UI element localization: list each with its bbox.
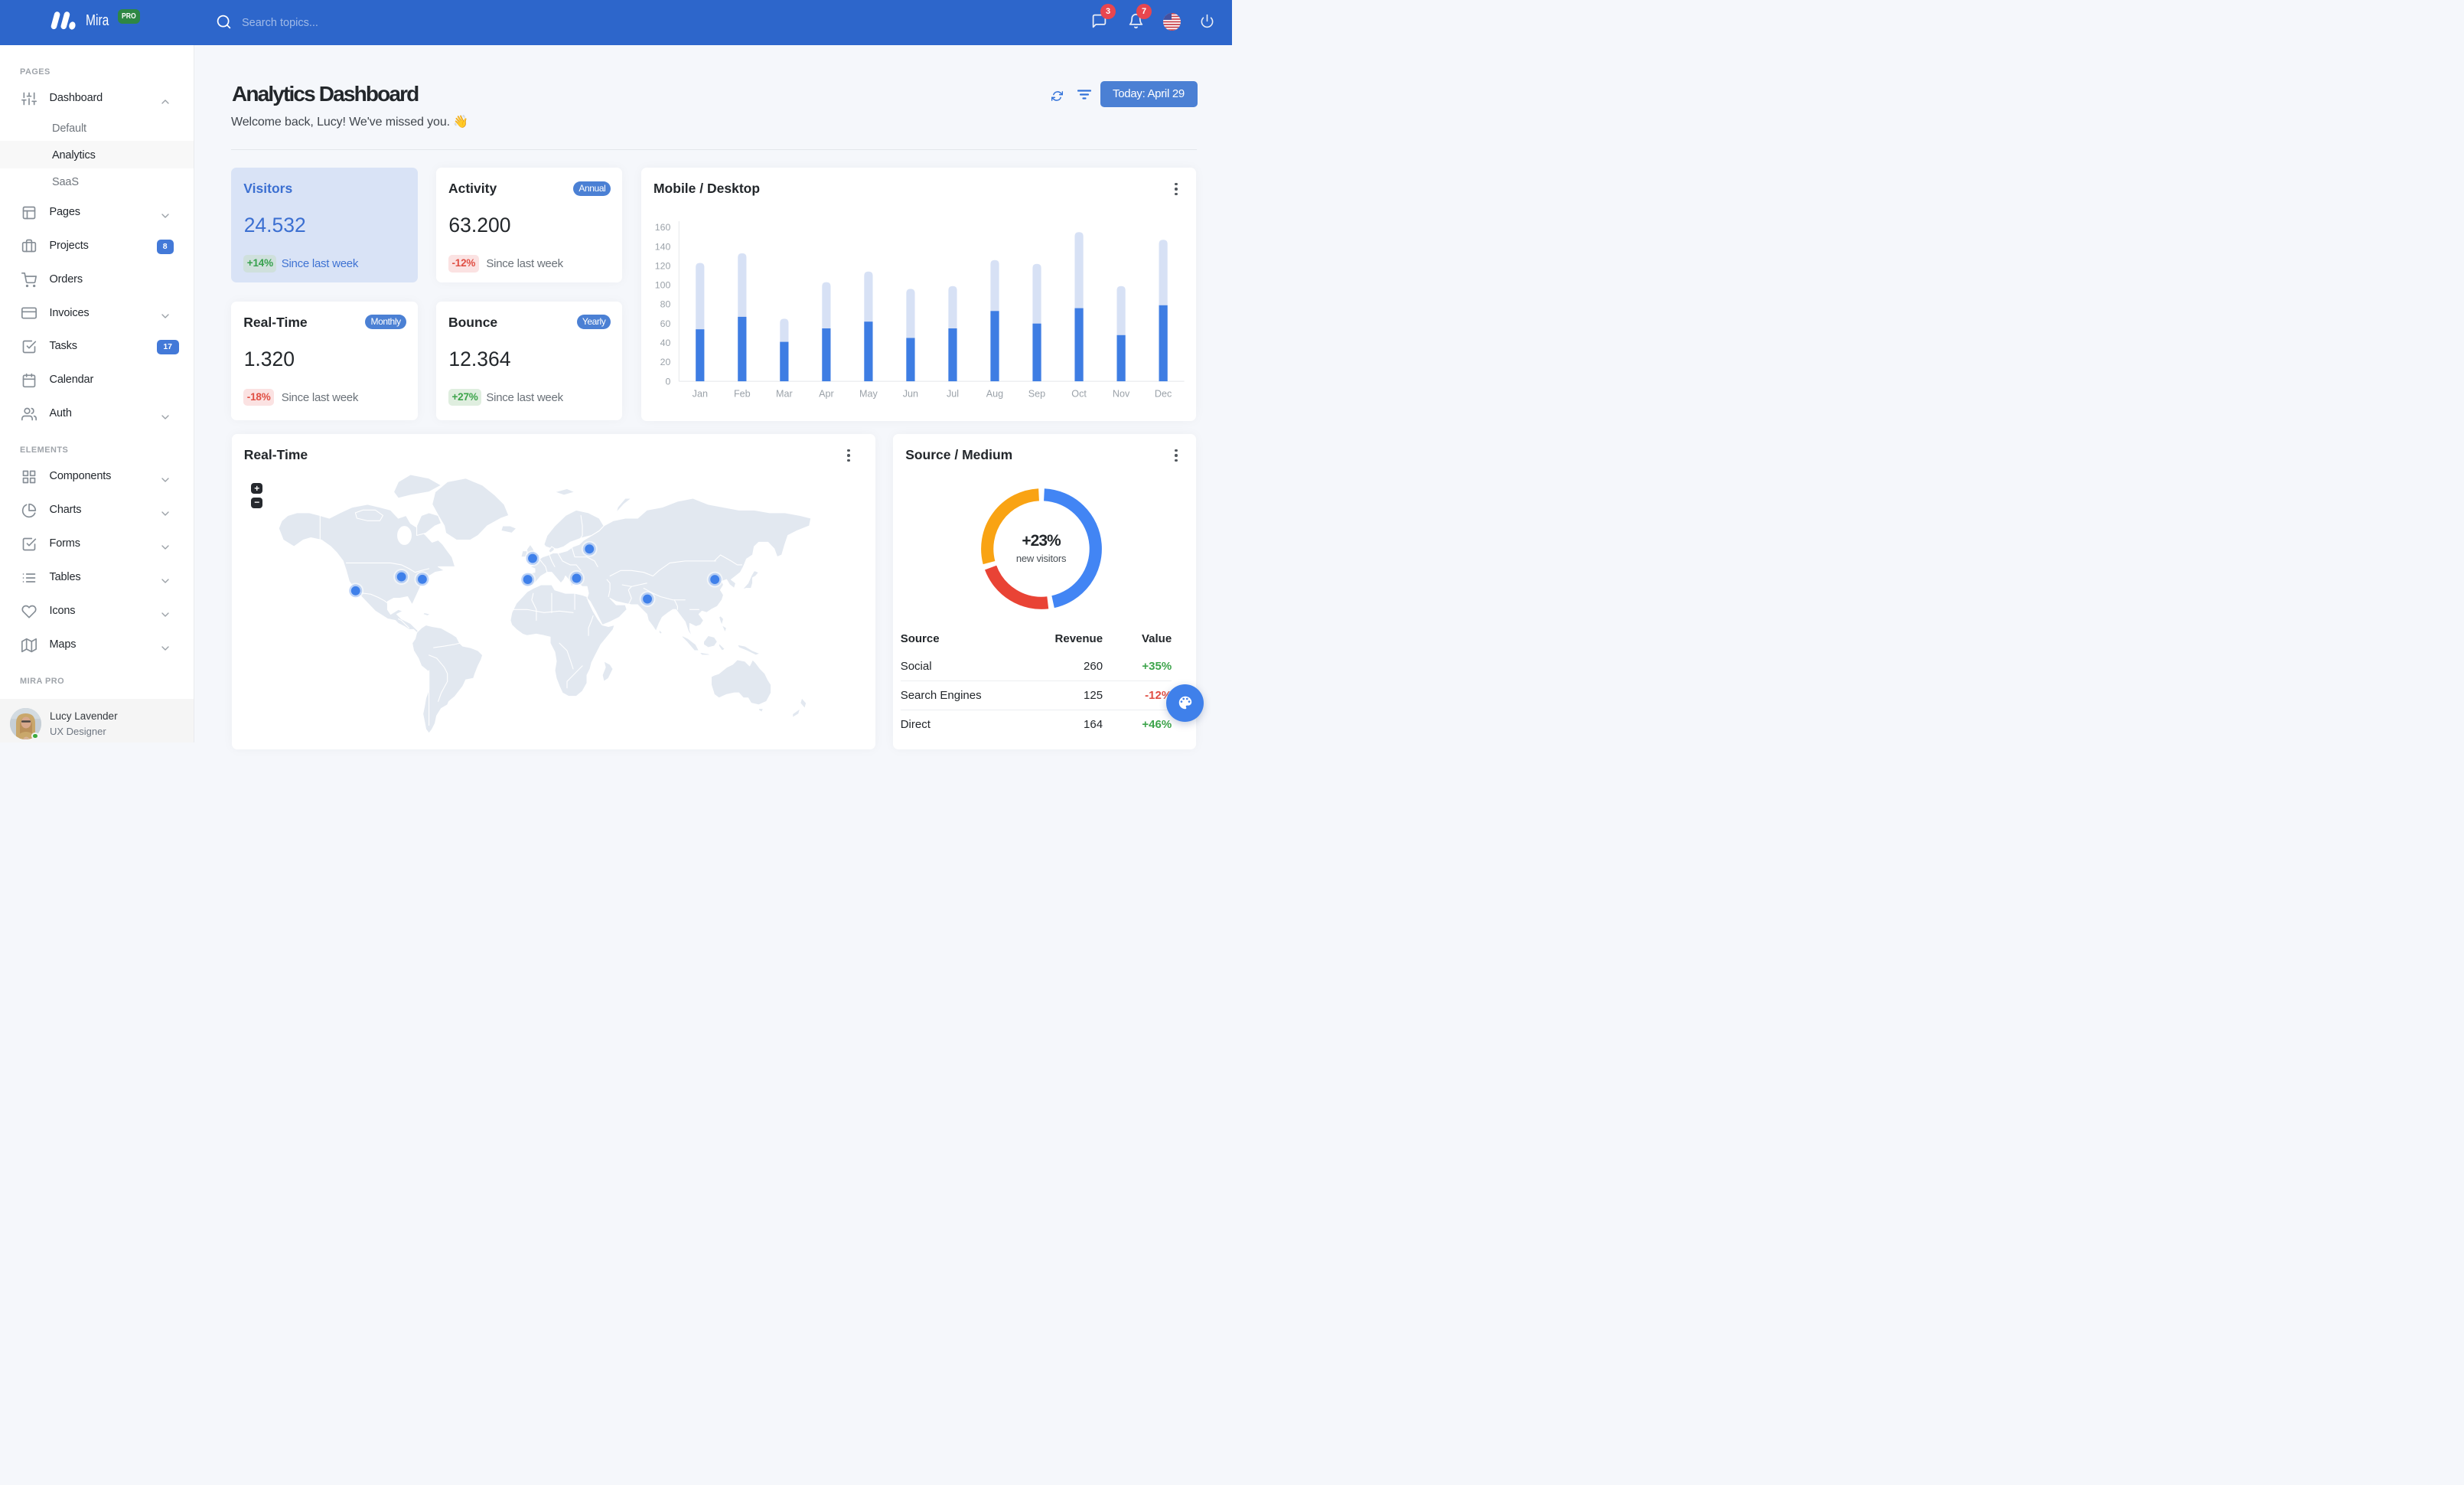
svg-text:40: 40 bbox=[660, 338, 670, 348]
svg-text:Jan: Jan bbox=[692, 389, 707, 400]
svg-text:Dec: Dec bbox=[1155, 389, 1172, 400]
svg-text:Sep: Sep bbox=[1028, 389, 1045, 400]
svg-text:100: 100 bbox=[654, 280, 670, 291]
svg-text:0: 0 bbox=[665, 377, 670, 387]
svg-text:Aug: Aug bbox=[986, 389, 1002, 400]
svg-text:60: 60 bbox=[660, 318, 670, 329]
svg-text:May: May bbox=[859, 389, 878, 400]
svg-text:Jun: Jun bbox=[902, 389, 917, 400]
svg-text:20: 20 bbox=[660, 357, 670, 367]
svg-text:Nov: Nov bbox=[1113, 389, 1130, 400]
svg-text:140: 140 bbox=[654, 242, 670, 253]
svg-text:80: 80 bbox=[660, 299, 670, 310]
svg-text:160: 160 bbox=[654, 222, 670, 233]
svg-text:120: 120 bbox=[654, 261, 670, 272]
svg-text:Oct: Oct bbox=[1071, 389, 1087, 400]
svg-text:Feb: Feb bbox=[734, 389, 751, 400]
svg-text:Mar: Mar bbox=[776, 389, 793, 400]
svg-text:Jul: Jul bbox=[947, 389, 959, 400]
svg-text:Apr: Apr bbox=[819, 389, 834, 400]
